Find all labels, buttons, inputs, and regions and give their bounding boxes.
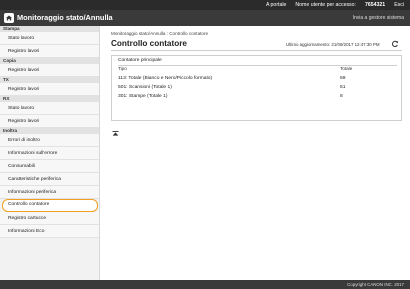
main-counter-panel: Contatore principale Tipo Totale 113: To… (111, 55, 402, 121)
breadcrumb: Monitoraggio stato/Annulla : Controllo c… (111, 31, 209, 36)
logout-link[interactable]: Esci (394, 1, 404, 9)
top-bar: A portale Nome utente per accesso: 76543… (0, 0, 410, 10)
user-label: Nome utente per accesso: (295, 2, 356, 8)
sidebar-item-tx-job-log[interactable]: Registro lavori (0, 83, 99, 96)
footer: Copyright CANON INC. 2017 (0, 280, 410, 289)
sidebar-item-device-features[interactable]: Caratteristiche periferica (0, 173, 99, 186)
sidebar-item-forward-errors[interactable]: Errori di inoltro (0, 134, 99, 147)
portal-link[interactable]: A portale (266, 1, 286, 9)
sidebar-item-eco-info[interactable]: Informazioni Eco (0, 225, 99, 238)
back-to-top-icon[interactable] (112, 131, 119, 136)
last-updated: Ultimo aggiornamento: 21/09/2017 12:47:3… (286, 42, 380, 47)
table-row: 501: Scansioni (Totale 1) 51 (118, 85, 397, 93)
counter-type: 501: Scansioni (Totale 1) (118, 85, 172, 90)
sidebar-item-device-info[interactable]: Informazioni periferica (0, 186, 99, 199)
title-divider (111, 50, 402, 51)
main-content: Monitoraggio stato/Annulla : Controllo c… (101, 26, 410, 280)
sidebar-item-counter-check[interactable]: Controllo contatore (2, 199, 98, 212)
table-row: 113: Totale (Bianco e Nero/Piccolo forma… (118, 76, 397, 84)
counter-type: 113: Totale (Bianco e Nero/Piccolo forma… (118, 76, 213, 81)
sidebar-item-print-job-log[interactable]: Registro lavori (0, 45, 99, 58)
sidebar: Stampa Stato lavoro Registro lavori Copi… (0, 26, 100, 280)
column-header-total: Totale (340, 66, 353, 71)
home-icon[interactable] (4, 13, 14, 23)
counter-total: 8 (340, 94, 343, 99)
sidebar-item-copy-job-log[interactable]: Registro lavori (0, 64, 99, 77)
counter-total: 51 (340, 85, 346, 90)
panel-title: Contatore principale (118, 58, 162, 63)
top-links: A portale Nome utente per accesso: 76543… (266, 1, 404, 9)
sidebar-item-print-job-status[interactable]: Stato lavoro (0, 32, 99, 45)
last-updated-label: Ultimo aggiornamento: (286, 42, 331, 47)
counter-total: 59 (340, 76, 346, 81)
sidebar-item-rx-job-status[interactable]: Stato lavoro (0, 102, 99, 115)
counter-type: 301: Stampe (Totale 1) (118, 94, 168, 99)
last-updated-value: 21/09/2017 12:47:30 PM (331, 42, 380, 47)
table-row: 301: Stampe (Totale 1) 8 (118, 94, 397, 102)
sidebar-item-cartridge-log[interactable]: Registro cartucce (0, 212, 99, 225)
column-header-type: Tipo (118, 66, 127, 71)
app-title: Monitoraggio stato/Annulla (17, 13, 113, 22)
sidebar-item-consumables[interactable]: Consumabili (0, 160, 99, 173)
app-header: Monitoraggio stato/Annulla Invia a gesto… (0, 10, 410, 26)
refresh-icon[interactable] (391, 40, 399, 48)
copyright-text: Copyright CANON INC. 2017 (347, 282, 404, 287)
page-title: Controllo contatore (111, 39, 187, 48)
sidebar-item-rx-job-log[interactable]: Registro lavori (0, 115, 99, 128)
sidebar-item-error-info[interactable]: Informazioni sull'errore (0, 147, 99, 160)
user-id: 7654321 (364, 2, 386, 8)
panel-divider (118, 65, 397, 66)
send-to-admin-link[interactable]: Invia a gestore sistema (353, 14, 404, 22)
